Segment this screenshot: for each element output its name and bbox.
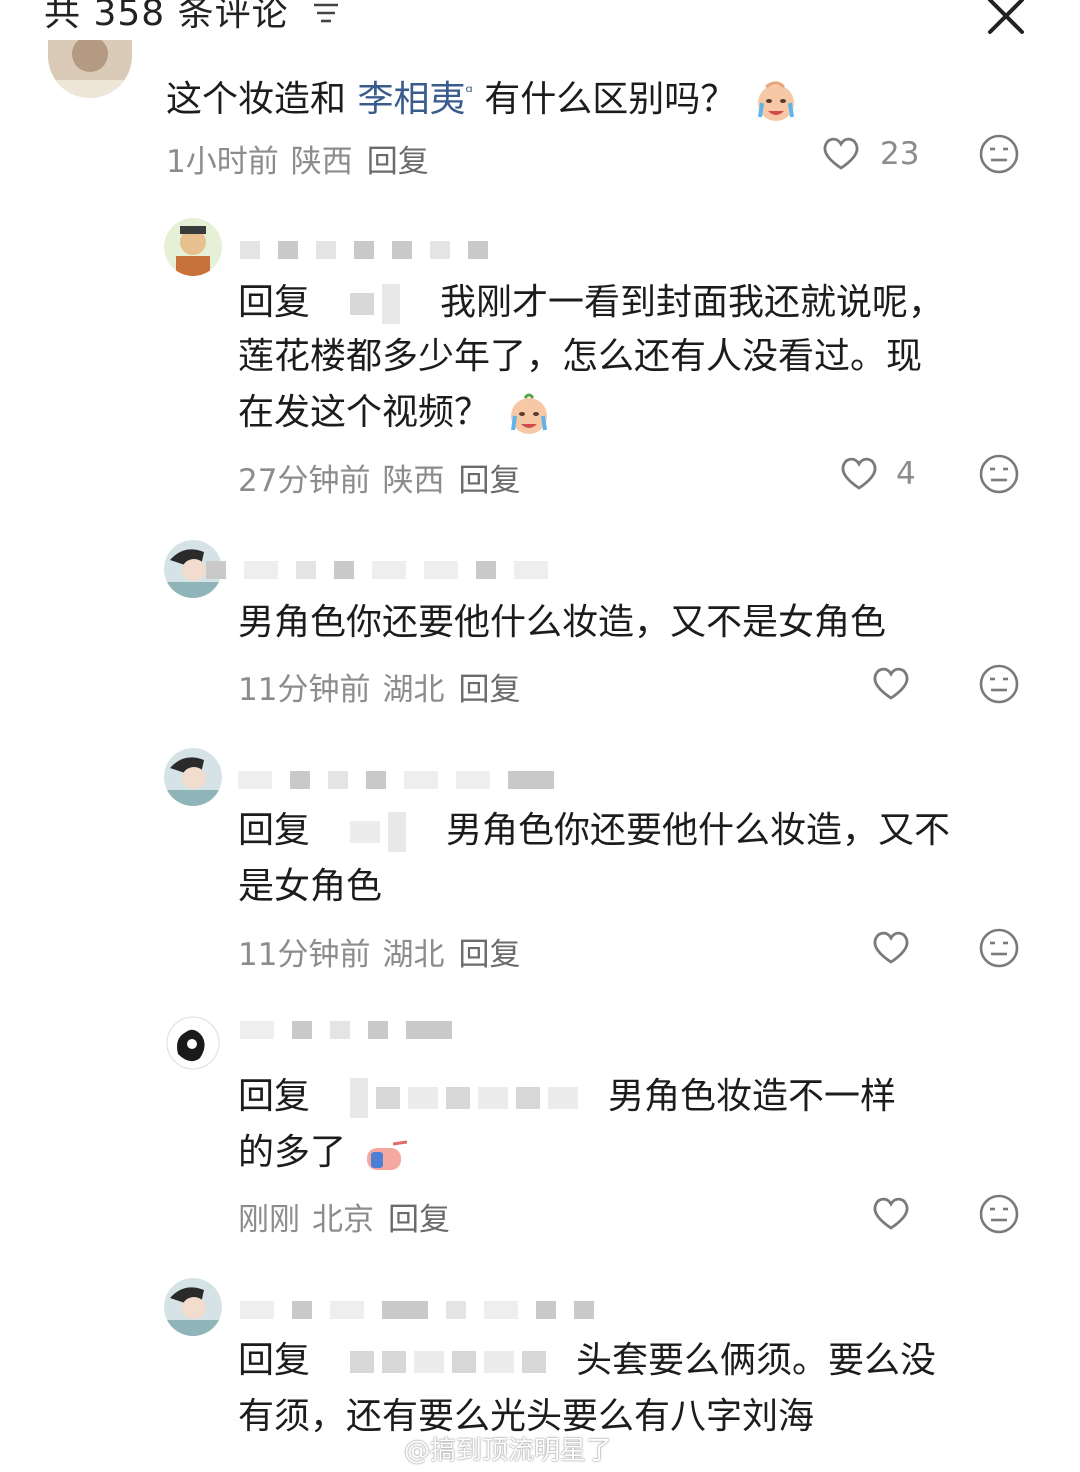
comment-count-title: 共 358 条评论 xyxy=(44,0,289,34)
comment-meta: 27分钟前 陕西 回复 xyxy=(238,455,520,500)
mention-link[interactable]: 李相夷 xyxy=(357,79,465,120)
comment-meta: 1小时前 陕西 回复 xyxy=(166,136,429,181)
pointing-hand-emoji-icon xyxy=(367,1140,408,1170)
heart-icon[interactable] xyxy=(870,928,912,966)
username-blurred xyxy=(240,1300,594,1320)
comment-location: 湖北 xyxy=(382,937,445,973)
meh-face-icon[interactable] xyxy=(978,1193,1020,1235)
reply-button[interactable]: 回复 xyxy=(458,937,520,973)
comment-text-line: 是女角色 xyxy=(238,866,383,907)
comment-time: 11分钟前 xyxy=(238,937,371,973)
comment-text: 回复 头套要么俩须。要么没 xyxy=(238,1340,937,1381)
reply-button[interactable]: 回复 xyxy=(458,463,520,499)
comment-text: 回复 我刚才一看到封面我还就说呢， xyxy=(238,282,945,324)
comment-text: 回复 男角色妆造不一样 xyxy=(238,1076,897,1118)
comment-text: 回复 男角色你还要他什么妆造，又不 xyxy=(238,810,951,852)
like-count: 4 xyxy=(896,456,916,492)
crying-emoji-icon xyxy=(511,393,548,434)
avatar[interactable] xyxy=(48,40,132,98)
meh-face-icon[interactable] xyxy=(978,453,1020,495)
reply-prefix: 回复 xyxy=(238,282,311,323)
comment-location: 陕西 xyxy=(382,463,445,499)
comment-time: 27分钟前 xyxy=(238,463,371,499)
heart-icon[interactable] xyxy=(820,134,862,172)
sort-icon[interactable] xyxy=(312,2,340,24)
meh-face-icon[interactable] xyxy=(978,663,1020,705)
comment-time: 刚刚 xyxy=(238,1202,300,1238)
username-blurred xyxy=(238,770,554,790)
comment-meta: 刚刚 北京 回复 xyxy=(238,1194,450,1239)
comment-panel: 共 358 条评论 这个妆造和 李相夷ᵅ 有什么区别吗？ 1小时前陕西回复 xyxy=(0,0,1080,1472)
avatar[interactable] xyxy=(164,748,222,806)
search-icon: ᵅ xyxy=(465,82,473,103)
comment-meta: 11分钟前 湖北 回复 xyxy=(238,664,520,709)
heart-icon[interactable] xyxy=(838,454,880,492)
comment-time: 1小时前 xyxy=(166,144,279,180)
reply-prefix: 回复 xyxy=(238,810,311,851)
username-blurred xyxy=(240,240,488,260)
meh-face-icon[interactable] xyxy=(978,133,1020,175)
comment-time: 11分钟前 xyxy=(238,672,371,708)
reply-prefix: 回复 xyxy=(238,1076,311,1117)
comment-text: 这个妆造和 李相夷ᵅ 有什么区别吗？ xyxy=(166,66,798,127)
comment-text-line: 在发这个视频？ xyxy=(238,386,551,440)
comment-text-line: 的多了 xyxy=(238,1126,408,1180)
avatar[interactable] xyxy=(164,218,222,276)
username-blurred xyxy=(240,1020,452,1040)
comment-location: 北京 xyxy=(312,1202,374,1238)
reply-button[interactable]: 回复 xyxy=(388,1202,450,1238)
watermark: @搞到顶流明星了 xyxy=(404,1436,613,1466)
comment-text-line: 莲花楼都多少年了，怎么还有人没看过。现 xyxy=(238,336,923,377)
comment-meta: 11分钟前 湖北 回复 xyxy=(238,929,520,974)
avatar[interactable] xyxy=(164,1278,222,1336)
reply-button[interactable]: 回复 xyxy=(367,144,429,180)
comment-text: 男角色你还要他什么妆造，又不是女角色 xyxy=(238,602,887,643)
heart-icon[interactable] xyxy=(870,664,912,702)
like-count: 23 xyxy=(880,136,920,172)
crying-emoji-icon xyxy=(757,81,794,121)
close-icon[interactable] xyxy=(986,0,1026,36)
reply-prefix: 回复 xyxy=(238,1340,311,1381)
username-blurred xyxy=(206,560,548,580)
heart-icon[interactable] xyxy=(870,1194,912,1232)
avatar[interactable] xyxy=(164,1014,222,1072)
reply-button[interactable]: 回复 xyxy=(458,672,520,708)
comment-location: 陕西 xyxy=(290,144,353,180)
comment-location: 湖北 xyxy=(382,672,445,708)
meh-face-icon[interactable] xyxy=(978,927,1020,969)
